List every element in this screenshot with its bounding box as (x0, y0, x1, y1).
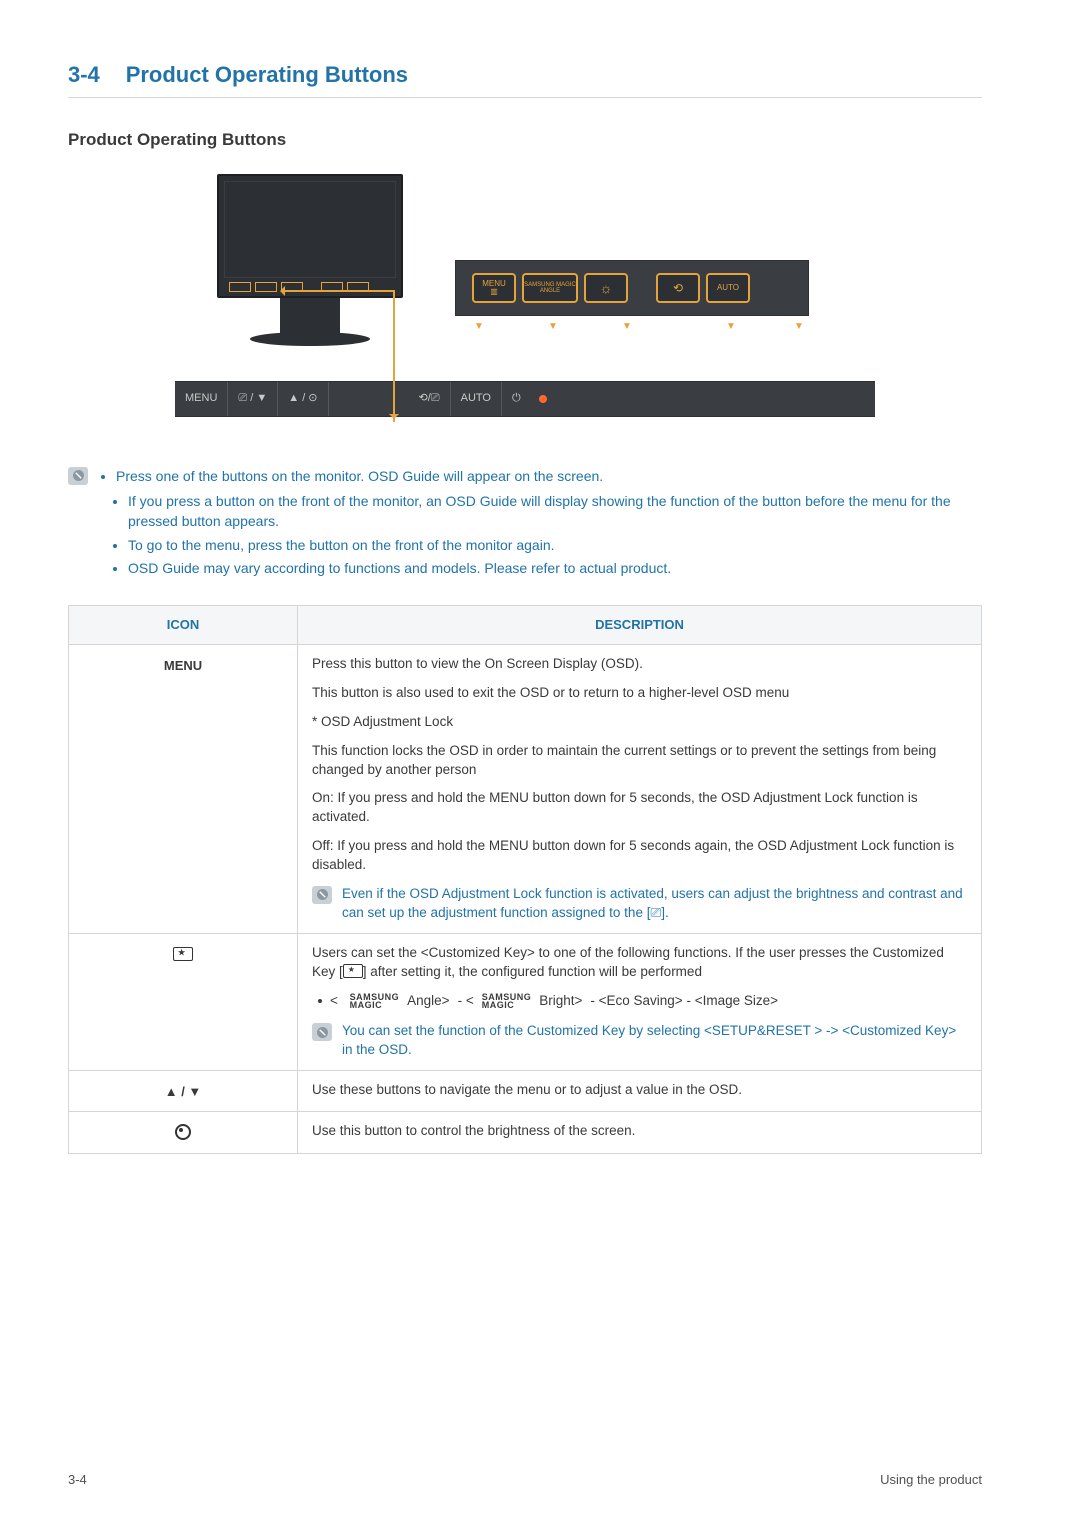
footer-right: Using the product (880, 1471, 982, 1489)
bar-btn-down: ⎚ / ▼ (228, 382, 278, 416)
menu-p5: On: If you press and hold the MENU butto… (312, 789, 967, 827)
button-description-table: ICON DESCRIPTION MENU Press this button … (68, 605, 982, 1154)
table-row: Users can set the <Customized Key> to on… (69, 933, 982, 1070)
custom-options: < SAMSUNGMAGIC Angle> - < SAMSUNGMAGIC B… (318, 992, 967, 1011)
icon-cell-nav: / (69, 1071, 298, 1112)
section-title: Product Operating Buttons (104, 62, 408, 87)
source-icon: ⟲ (673, 282, 683, 294)
triangle-up-icon (165, 1084, 178, 1099)
sub-heading: Product Operating Buttons (68, 128, 982, 152)
osd-btn-brightness: ☼ (584, 273, 628, 303)
note-icon (312, 886, 332, 904)
icon-cell-brightness (69, 1112, 298, 1153)
osd-btn-source: ⟲ (656, 273, 700, 303)
info-bullet-2: If you press a button on the front of th… (128, 492, 982, 531)
menu-p1: Press this button to view the On Screen … (312, 655, 967, 674)
table-row: / Use these buttons to navigate the menu… (69, 1071, 982, 1112)
custom-p1: Users can set the <Customized Key> to on… (312, 944, 967, 982)
bar-btn-auto: AUTO (451, 382, 502, 416)
osd-btn-magic-angle-label: SAMSUNG MAGIC ANGLE (524, 282, 576, 294)
monitor-illustration (217, 174, 403, 298)
page-footer: 3-4 Using the product (68, 1471, 982, 1489)
samsung-magic-logo: SAMSUNGMAGIC (482, 993, 532, 1009)
section-number: 3-4 (68, 60, 100, 91)
bar-btn-power: ⏻ (502, 382, 531, 416)
brightness-target-icon (175, 1124, 191, 1140)
osd-btn-magic-angle: SAMSUNG MAGIC ANGLE (522, 273, 578, 303)
info-bullet-3: To go to the menu, press the button on t… (128, 536, 982, 556)
bar-btn-up: ▲ / ⊙ (278, 382, 328, 416)
info-bullet-4: OSD Guide may vary according to function… (128, 559, 982, 579)
footer-left: 3-4 (68, 1471, 87, 1489)
bright-desc: Use this button to control the brightnes… (298, 1112, 982, 1153)
table-row: MENU Press this button to view the On Sc… (69, 644, 982, 933)
note-icon (68, 467, 88, 485)
menu-p2: This button is also used to exit the OSD… (312, 684, 967, 703)
osd-btn-menu-glyph: ▥ (490, 288, 498, 296)
section-header: 3-4 Product Operating Buttons (68, 60, 982, 98)
callout-arrow-down-icon (393, 292, 395, 422)
table-row: Use this button to control the brightnes… (69, 1112, 982, 1153)
menu-p6: Off: If you press and hold the MENU butt… (312, 837, 967, 875)
osd-popup: MENU ▥ SAMSUNG MAGIC ANGLE ☼ ⟲ (455, 260, 809, 316)
osd-btn-auto-label: AUTO (717, 284, 739, 292)
power-led-icon (539, 395, 547, 403)
monitor-button-bar: MENU ⎚ / ▼ ▲ / ⊙ ⟲/⎚ AUTO ⏻ (175, 381, 875, 417)
osd-btn-menu: MENU ▥ (472, 273, 516, 303)
icon-cell-custom (69, 933, 298, 1070)
nav-desc: Use these buttons to navigate the menu o… (298, 1071, 982, 1112)
customized-key-icon (343, 964, 363, 978)
sun-icon: ☼ (600, 281, 613, 295)
customized-key-icon (173, 947, 193, 961)
info-note-block: Press one of the buttons on the monitor.… (68, 467, 982, 583)
table-header-icon: ICON (69, 605, 298, 644)
icon-cell-menu: MENU (69, 644, 298, 933)
osd-down-arrows: ▼▼▼ ▼▼ (459, 320, 875, 334)
menu-note: Even if the OSD Adjustment Lock function… (342, 885, 967, 923)
triangle-down-icon (188, 1084, 201, 1099)
custom-note: You can set the function of the Customiz… (342, 1022, 967, 1060)
osd-caption: OSD Guide (485, 348, 875, 373)
bar-btn-menu: MENU (175, 382, 228, 416)
callout-arrow-icon (285, 290, 395, 292)
samsung-magic-logo: SAMSUNGMAGIC (350, 993, 400, 1009)
menu-p3: * OSD Adjustment Lock (312, 713, 967, 732)
osd-btn-auto: AUTO (706, 273, 750, 303)
bar-btn-source: ⟲/⎚ (409, 382, 451, 416)
note-icon (312, 1023, 332, 1041)
figure-osd-guide: MENU ▥ SAMSUNG MAGIC ANGLE ☼ ⟲ (175, 174, 875, 417)
table-header-desc: DESCRIPTION (298, 605, 982, 644)
info-bullet-1: Press one of the buttons on the monitor.… (116, 467, 982, 487)
menu-p4: This function locks the OSD in order to … (312, 742, 967, 780)
